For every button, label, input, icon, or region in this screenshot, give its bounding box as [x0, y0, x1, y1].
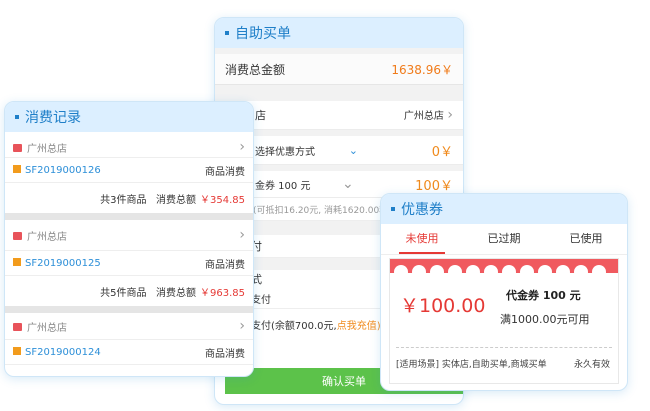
record-summary-row: 共5件商品 消费总额 ￥963.85 — [5, 276, 253, 306]
total-amount-row: 消费总金额 1638.96￥ — [215, 54, 463, 85]
tab-expired[interactable]: 已过期 — [463, 224, 545, 254]
store-value: 广州总店 — [403, 111, 444, 122]
scallop-bump — [556, 265, 570, 273]
header-marker — [15, 115, 19, 119]
coupon-tabs: 未使用 已过期 已使用 — [381, 224, 627, 255]
divider — [5, 306, 253, 313]
scallop-bump — [502, 265, 516, 273]
record-order-row[interactable]: SF2019000126 商品消费 — [5, 158, 253, 183]
record-summary: 共5件商品 消费总额 — [100, 287, 196, 299]
coupon-scene: [适用场景] 实体店,自助买单,商城买单 — [396, 360, 547, 370]
chevron-down-icon[interactable]: ⌄ — [342, 176, 354, 192]
coupon-condition: 满1000.00元可用 — [500, 313, 590, 326]
self-checkout-header: 自助买单 — [215, 18, 463, 48]
order-icon — [13, 164, 21, 173]
scallop-bump — [430, 265, 444, 273]
record-shop-row[interactable]: 广州总店 › — [5, 137, 253, 158]
record-shop-name: 广州总店 — [27, 322, 67, 334]
coupon-amount: ￥100.00 — [400, 295, 486, 317]
record-summary-row: 共3件商品 消费总额 ￥354.85 — [5, 183, 253, 213]
total-amount-value: 1638.96￥ — [391, 62, 453, 77]
scallop-bump — [484, 265, 498, 273]
coupons-header: 优惠券 — [381, 194, 627, 224]
scallop-bump — [520, 265, 534, 273]
scallop-bump — [574, 265, 588, 273]
store-icon — [13, 322, 22, 331]
scallop-bump — [466, 265, 480, 273]
store-icon — [13, 231, 22, 240]
coupon-value: 100￥ — [415, 178, 453, 194]
record-shop-row[interactable]: 广州总店 › — [5, 220, 253, 251]
header-marker — [225, 31, 229, 35]
record-order-number: SF2019000126 — [25, 164, 101, 176]
scallop-bump — [394, 265, 408, 273]
pay-option-2-label: 支付(余额700.0元, — [251, 320, 337, 332]
record-order-number: SF2019000124 — [25, 346, 101, 358]
scallop-bump — [592, 265, 606, 273]
chevron-right-icon: › — [239, 318, 245, 334]
divider — [5, 213, 253, 220]
recharge-link[interactable]: 点我充值) — [337, 317, 381, 332]
record-type: 商品消费 — [205, 259, 245, 271]
coupon-ticket[interactable]: ￥100.00 代金券 100 元 满1000.00元可用 [适用场景] 实体店… — [389, 258, 619, 384]
points-text: (可抵扣16.20元, 消耗1620.00积 — [253, 205, 389, 216]
store-icon — [13, 143, 22, 152]
record-total: ￥354.85 — [200, 194, 245, 206]
record-order-row[interactable]: SF2019000125 商品消费 — [5, 251, 253, 276]
record-summary: 共3件商品 消费总额 — [100, 194, 196, 206]
record-order-row[interactable]: SF2019000124 商品消费 — [5, 340, 253, 365]
record-type: 商品消费 — [205, 348, 245, 360]
scallop-bump — [538, 265, 552, 273]
order-icon — [13, 257, 21, 266]
record-shop-row[interactable]: 广州总店 › — [5, 313, 253, 340]
scallop-bump — [412, 265, 426, 273]
chevron-right-icon: › — [239, 227, 245, 243]
gap — [215, 85, 463, 101]
record-order-number: SF2019000125 — [25, 257, 101, 269]
header-marker — [391, 207, 395, 211]
records-title: 消费记录 — [25, 110, 81, 126]
coupon-scallop-edge — [390, 259, 618, 273]
record-shop-name: 广州总店 — [27, 143, 67, 155]
self-checkout-title: 自助买单 — [235, 26, 291, 42]
total-amount-label: 消费总金额 — [225, 62, 286, 77]
record-type: 商品消费 — [205, 166, 245, 178]
chevron-down-icon[interactable]: ⌄ — [349, 144, 358, 157]
pay-option-1-label: 支付 — [251, 294, 271, 306]
coupon-divider — [396, 347, 612, 348]
discount-value: 0￥ — [431, 144, 453, 160]
chevron-right-icon: › — [239, 139, 245, 155]
record-total: ￥963.85 — [200, 287, 245, 299]
chevron-right-icon: › — [447, 107, 453, 123]
tab-used[interactable]: 已使用 — [545, 224, 627, 254]
order-icon — [13, 346, 21, 355]
coupon-name: 代金券 100 元 — [506, 289, 581, 302]
records-header: 消费记录 — [5, 102, 253, 132]
coupons-card: 优惠券 未使用 已过期 已使用 ￥100.00 代金券 100 元 满1000.… — [380, 193, 628, 391]
scallop-bump — [448, 265, 462, 273]
coupon-validity: 永久有效 — [573, 360, 610, 370]
coupons-title: 优惠券 — [401, 202, 443, 218]
tab-unused[interactable]: 未使用 — [381, 224, 463, 254]
record-shop-name: 广州总店 — [27, 231, 67, 243]
consumption-records-card: 消费记录 广州总店 › SF2019000126 商品消费 共3件商品 消费总额… — [4, 101, 254, 377]
